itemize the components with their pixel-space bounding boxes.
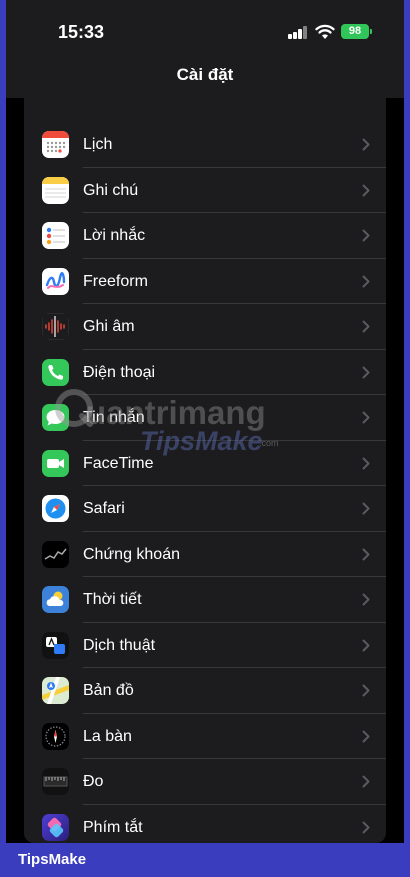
settings-row-label: Phím tắt [83,818,143,836]
settings-row-label: Ghi âm [83,318,135,335]
chevron-right-icon [362,457,370,469]
chevron-right-icon [362,548,370,560]
settings-row-voice-memos[interactable]: Ghi âm [24,304,386,350]
settings-row-shortcuts[interactable]: Phím tắt [24,805,386,844]
status-time: 15:33 [58,22,105,42]
stocks-icon [42,540,69,568]
calendar-icon [42,131,69,158]
measure-icon [42,768,69,795]
translate-icon [42,631,69,659]
wifi-icon [315,24,335,39]
settings-row-label: Ghi chú [83,181,139,199]
chevron-right-icon [362,138,370,151]
settings-row-label: Tin nhắn [83,409,145,426]
settings-row-label: La bàn [83,727,132,745]
settings-row-label: Freeform [83,272,148,290]
settings-row-notes[interactable]: Ghi chú [24,168,386,213]
cellular-signal-icon [288,26,308,39]
settings-row-translate[interactable]: Dịch thuật [24,623,386,668]
weather-icon [42,586,69,613]
settings-row-label: Đo [83,773,104,790]
compass-icon [42,722,69,750]
status-bar: 15:33 98 [6,0,404,62]
chevron-right-icon [362,593,370,606]
chevron-right-icon [362,320,370,333]
settings-row-label: FaceTime [83,454,154,472]
chevron-right-icon [362,366,370,378]
chevron-right-icon [362,502,370,515]
chevron-right-icon [362,275,370,287]
reminders-icon [42,222,69,249]
nav-title: Cài đặt [176,65,234,84]
phone-icon [42,358,69,386]
facetime-icon [42,449,69,477]
settings-row-label: Lịch [83,136,113,153]
settings-row-label: Safari [83,500,125,517]
chevron-right-icon [362,684,370,697]
freeform-icon [42,267,69,295]
settings-row-phone[interactable]: Điện thoại [24,350,386,395]
settings-row-label: Điện thoại [83,363,156,381]
settings-row-label: Dịch thuật [83,636,156,654]
settings-row-compass[interactable]: La bàn [24,714,386,759]
settings-row-measure[interactable]: Đo [24,759,386,805]
settings-list: Lịch Ghi chú Lời nhắc Freeform Ghi âm Đi… [24,82,386,843]
messages-icon [42,404,69,431]
settings-row-label: Thời tiết [83,591,142,608]
phone-screen: 15:33 98 Cài đặt [6,0,404,843]
chevron-right-icon [362,184,370,196]
settings-row-freeform[interactable]: Freeform [24,259,386,304]
settings-row-label: Bản đồ [83,682,134,699]
settings-row-label: Chứng khoán [83,545,180,563]
chevron-right-icon [362,411,370,424]
nav-bar-background: Cài đặt [6,62,404,98]
settings-row-messages[interactable]: Tin nhắn [24,395,386,441]
settings-row-calendar[interactable]: Lịch [24,122,386,168]
settings-row-facetime[interactable]: FaceTime [24,441,386,486]
chevron-right-icon [362,821,370,833]
settings-row-label: Lời nhắc [83,227,146,244]
shortcuts-icon [42,813,69,841]
battery-indicator: 98 [341,24,372,39]
maps-icon [42,677,69,704]
chevron-right-icon [362,229,370,242]
chevron-right-icon [362,730,370,742]
chevron-right-icon [362,639,370,651]
notes-icon [42,176,69,204]
voice-memos-icon [42,313,69,340]
footer-brand: TipsMake [18,851,87,868]
settings-row-reminders[interactable]: Lời nhắc [24,213,386,259]
settings-row-maps[interactable]: Bản đồ [24,668,386,714]
settings-row-weather[interactable]: Thời tiết [24,577,386,623]
safari-icon [42,495,69,522]
settings-row-safari[interactable]: Safari [24,486,386,532]
chevron-right-icon [362,775,370,788]
settings-row-stocks[interactable]: Chứng khoán [24,532,386,577]
